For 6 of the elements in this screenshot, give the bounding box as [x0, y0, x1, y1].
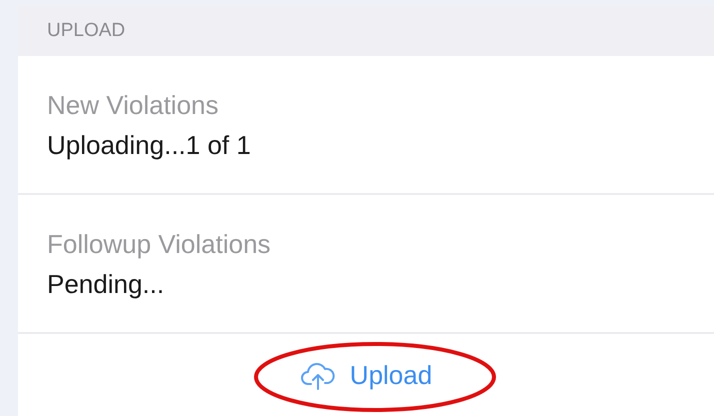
row-status: Pending...: [47, 270, 166, 296]
row-label: Followup Violations: [47, 230, 272, 256]
section-title: UPLOAD: [47, 18, 126, 43]
cloud-upload-icon: [300, 360, 336, 390]
row-label: New Violations: [47, 92, 220, 118]
row-status: Uploading...1 of 1: [47, 132, 252, 158]
